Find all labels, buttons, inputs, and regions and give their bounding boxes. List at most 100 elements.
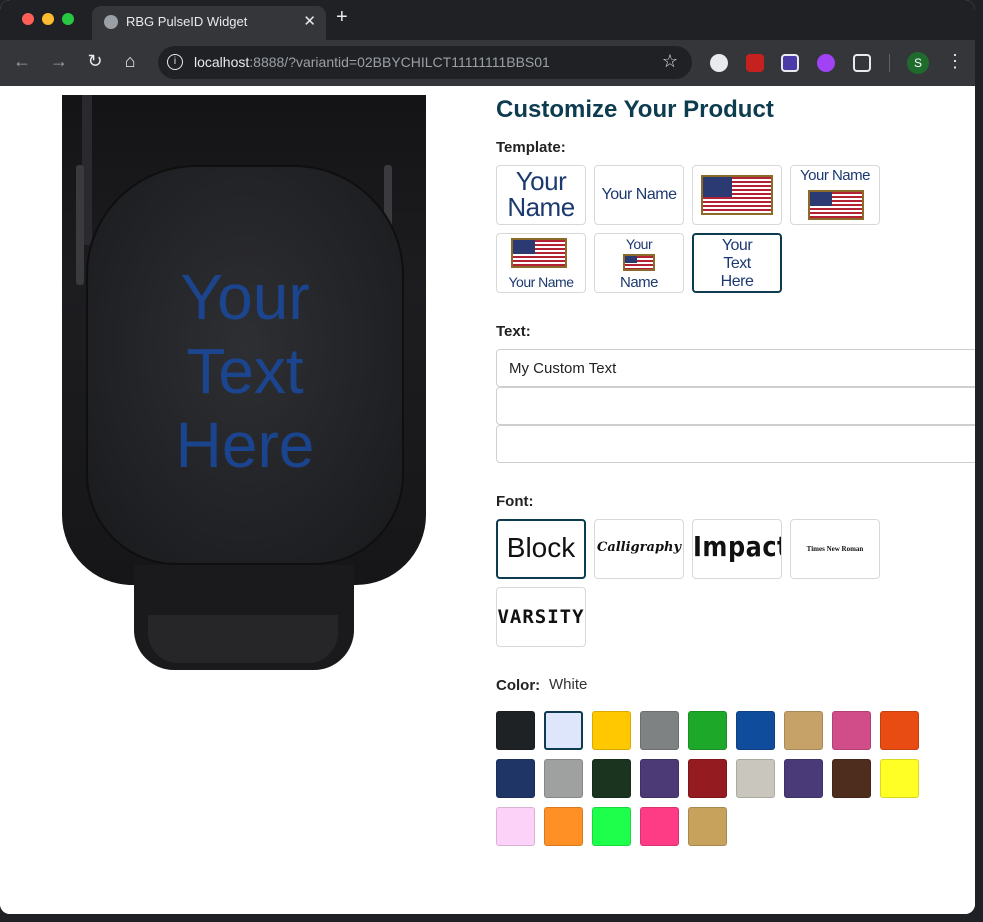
color-swatch[interactable] — [880, 711, 919, 750]
color-swatch[interactable] — [736, 759, 775, 798]
color-swatch[interactable] — [688, 759, 727, 798]
profile-avatar[interactable]: S — [907, 52, 929, 74]
color-swatch[interactable] — [544, 711, 583, 750]
font-option-block[interactable]: Block — [496, 519, 586, 579]
browser-window: RBG PulseID Widget ✕ + ← → ↻ ⌂ i localho… — [0, 0, 975, 914]
template-line-3: Here — [720, 273, 754, 290]
site-info-icon[interactable]: i — [167, 54, 183, 70]
color-swatch[interactable] — [832, 759, 871, 798]
bag-zipper-left — [76, 165, 84, 285]
template-line-1: Your — [625, 236, 653, 252]
font-name: Impact — [693, 530, 782, 564]
color-swatch[interactable] — [784, 759, 823, 798]
color-swatch[interactable] — [784, 711, 823, 750]
url-host: localhost — [194, 54, 250, 70]
tab-strip: RBG PulseID Widget ✕ + — [0, 0, 975, 40]
color-swatch[interactable] — [592, 807, 631, 846]
globe-icon — [104, 15, 118, 29]
close-window-button[interactable] — [22, 13, 34, 25]
font-option-impact[interactable]: Impact — [692, 519, 782, 579]
minimize-window-button[interactable] — [42, 13, 54, 25]
font-name: Times New Roman — [806, 545, 864, 553]
text-label: Text: — [496, 323, 531, 340]
reload-icon[interactable]: ↻ — [83, 51, 107, 72]
template-option-flag-only[interactable] — [692, 165, 782, 225]
url-path: :8888/?variantid=02BBYCHILCT11111111BBS0… — [249, 54, 550, 70]
text-line-2-input[interactable] — [496, 387, 975, 425]
bookmark-star-icon[interactable]: ☆ — [662, 51, 678, 72]
template-option-three-lines[interactable]: Your Text Here — [692, 233, 782, 293]
us-flag-icon — [701, 175, 773, 215]
forward-icon[interactable]: → — [47, 51, 71, 72]
url-text[interactable]: localhost:8888/?variantid=02BBYCHILCT111… — [194, 54, 550, 70]
home-icon[interactable]: ⌂ — [118, 51, 142, 72]
template-line-2: Name — [619, 274, 659, 291]
preview-line-3: Here — [175, 409, 315, 481]
template-option-flag-above-name[interactable]: Your Name — [496, 233, 586, 293]
preview-embroidery-text: Your Text Here — [86, 260, 404, 482]
template-line-1: Your Name — [800, 167, 871, 184]
new-tab-button[interactable]: + — [336, 6, 348, 29]
browser-toolbar: ← → ↻ ⌂ i localhost:8888/?variantid=02BB… — [0, 40, 975, 86]
color-swatch[interactable] — [544, 759, 583, 798]
color-swatch[interactable] — [832, 711, 871, 750]
book-extension-icon[interactable] — [746, 54, 764, 72]
template-line-2: Name — [507, 192, 575, 222]
font-label: Font: — [496, 493, 534, 510]
color-swatch[interactable] — [880, 759, 919, 798]
font-option-times-new-roman[interactable]: Times New Roman — [790, 519, 880, 579]
browser-menu-icon[interactable]: ⋮ — [946, 51, 964, 72]
color-swatch[interactable] — [688, 807, 727, 846]
color-swatch[interactable] — [496, 759, 535, 798]
color-swatch[interactable] — [496, 711, 535, 750]
color-label: Color: — [496, 677, 541, 694]
purple-extension-icon[interactable] — [817, 54, 835, 72]
tab-active[interactable]: RBG PulseID Widget ✕ — [92, 6, 326, 40]
template-line-1: Your Name — [601, 186, 677, 203]
font-name: Calligraphy — [596, 540, 682, 555]
template-line-1: Your — [515, 166, 567, 196]
font-option-varsity[interactable]: VARSITY — [496, 587, 586, 647]
toolbar-divider — [889, 54, 890, 72]
password-extension-icon[interactable] — [710, 54, 728, 72]
color-swatch[interactable] — [736, 711, 775, 750]
color-swatch[interactable] — [592, 759, 631, 798]
color-swatch[interactable] — [640, 711, 679, 750]
o-extension-icon[interactable] — [781, 54, 799, 72]
text-line-3-input[interactable] — [496, 425, 975, 463]
color-swatch[interactable] — [640, 759, 679, 798]
product-preview-image: Your Text Here — [62, 95, 426, 670]
color-swatch[interactable] — [496, 807, 535, 846]
extensions-puzzle-icon[interactable] — [853, 54, 871, 72]
template-option-name-flag-name[interactable]: Your Name — [594, 233, 684, 293]
template-line-1: Your Name — [508, 274, 574, 290]
font-option-calligraphy[interactable]: Calligraphy — [594, 519, 684, 579]
tab-title: RBG PulseID Widget — [126, 14, 248, 29]
color-swatch[interactable] — [544, 807, 583, 846]
font-name: VARSITY — [497, 606, 585, 628]
bag-foot — [148, 615, 338, 663]
color-swatch[interactable] — [640, 807, 679, 846]
page-title: Customize Your Product — [496, 96, 774, 123]
template-label: Template: — [496, 139, 566, 156]
tab-close-icon[interactable]: ✕ — [303, 12, 316, 30]
address-bar[interactable]: i localhost:8888/?variantid=02BBYCHILCT1… — [158, 46, 692, 79]
back-icon[interactable]: ← — [10, 51, 34, 72]
template-option-name-above-flag[interactable]: Your Name — [790, 165, 880, 225]
maximize-window-button[interactable] — [62, 13, 74, 25]
selected-color-name: White — [549, 676, 588, 693]
page-content: Your Text Here Customize Your Product Te… — [0, 86, 975, 914]
preview-line-2: Text — [186, 335, 304, 407]
color-swatch[interactable] — [592, 711, 631, 750]
template-option-name-small[interactable]: Your Name — [594, 165, 684, 225]
template-line-1: Your — [721, 237, 753, 254]
preview-line-1: Your — [180, 261, 310, 333]
us-flag-icon — [808, 190, 864, 220]
template-option-name-large[interactable]: Your Name — [496, 165, 586, 225]
color-swatch[interactable] — [688, 711, 727, 750]
template-line-2: Text — [723, 255, 751, 272]
us-flag-icon — [511, 238, 567, 268]
font-name: Block — [506, 532, 576, 563]
text-line-1-input[interactable] — [496, 349, 975, 387]
us-flag-icon — [623, 254, 655, 271]
